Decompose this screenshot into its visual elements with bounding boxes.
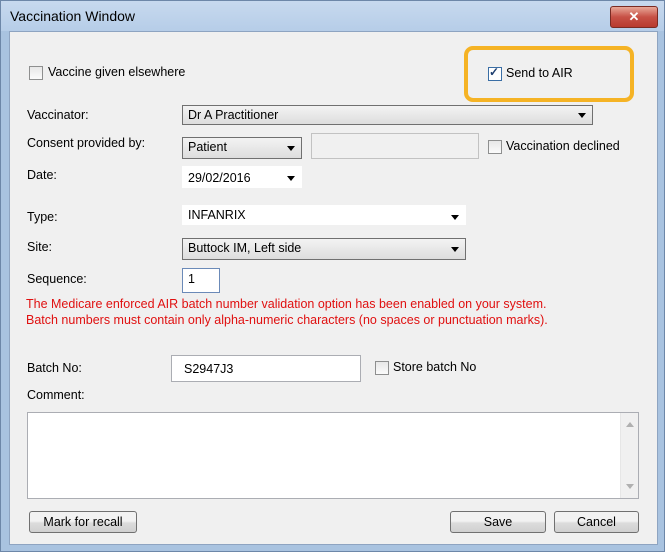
batch-validation-warning: The Medicare enforced AIR batch number v… [26,296,548,328]
sequence-field[interactable]: 1 [182,268,220,293]
chevron-down-icon [287,176,295,181]
type-label: Type: [27,210,58,224]
sequence-value: 1 [188,272,195,286]
scroll-down-icon[interactable] [626,484,634,489]
date-picker[interactable]: 29/02/2016 [182,166,302,188]
comment-label: Comment: [27,388,85,402]
vaccination-window: Vaccination Window ✕ Vaccine given elsew… [0,0,665,552]
cancel-label: Cancel [577,515,616,529]
mark-for-recall-label: Mark for recall [43,515,123,529]
scroll-up-icon[interactable] [626,422,634,427]
dialog-body: Vaccine given elsewhere Send to AIR Vacc… [9,31,658,545]
comment-scrollbar[interactable] [620,413,638,498]
send-to-air-highlight [464,46,634,102]
site-select[interactable]: Buttock IM, Left side [182,238,466,260]
site-label: Site: [27,240,53,254]
cancel-button[interactable]: Cancel [554,511,639,533]
window-title: Vaccination Window [10,8,136,24]
chevron-down-icon [451,247,459,252]
vaccinator-select[interactable]: Dr A Practitioner [182,105,593,125]
vaccination-declined-label: Vaccination declined [506,139,620,153]
consent-text-field[interactable] [311,133,479,159]
title-bar[interactable]: Vaccination Window ✕ [1,1,664,31]
date-label: Date: [27,168,57,182]
type-select[interactable]: INFANRIX [182,205,466,225]
consent-label: Consent provided by: [27,136,146,150]
vaccinator-value: Dr A Practitioner [188,108,279,122]
site-value: Buttock IM, Left side [188,241,302,255]
type-value: INFANRIX [188,208,246,222]
batch-field[interactable]: S2947J3 [171,355,361,382]
sequence-label: Sequence: [27,272,87,286]
date-value: 29/02/2016 [188,171,251,185]
vaccination-declined-checkbox[interactable] [488,140,502,154]
vaccine-elsewhere-label: Vaccine given elsewhere [48,65,186,79]
consent-value: Patient [188,140,227,154]
store-batch-checkbox[interactable] [375,361,389,375]
comment-textarea[interactable] [27,412,639,499]
batch-value: S2947J3 [184,362,234,376]
mark-for-recall-button[interactable]: Mark for recall [29,511,137,533]
warning-line-1: The Medicare enforced AIR batch number v… [26,297,547,311]
consent-select[interactable]: Patient [182,137,302,159]
chevron-down-icon [287,146,295,151]
close-button[interactable]: ✕ [610,6,658,28]
vaccine-elsewhere-checkbox[interactable] [29,66,43,80]
save-button[interactable]: Save [450,511,546,533]
close-icon: ✕ [628,9,640,24]
vaccinator-label: Vaccinator: [27,108,89,122]
chevron-down-icon [451,215,459,220]
save-label: Save [483,515,513,529]
batch-label: Batch No: [27,361,82,375]
chevron-down-icon [578,113,586,118]
store-batch-label: Store batch No [393,360,477,374]
warning-line-2: Batch numbers must contain only alpha-nu… [26,313,548,327]
